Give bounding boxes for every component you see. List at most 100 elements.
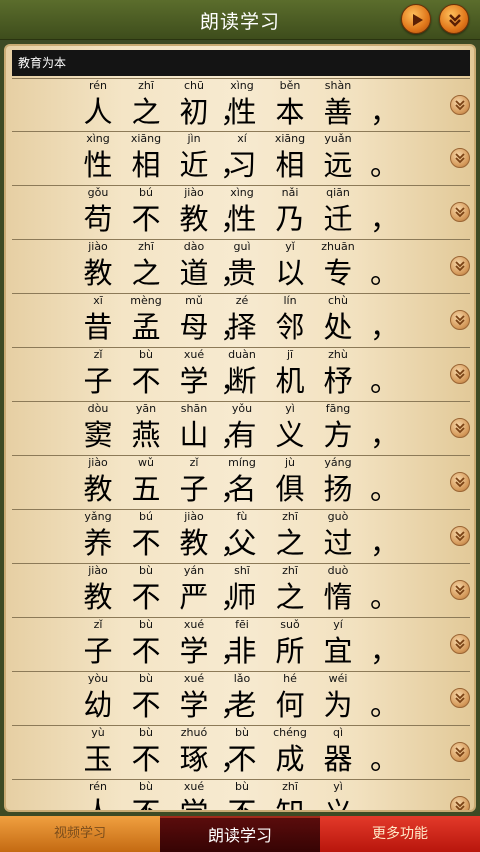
verse-row[interactable]: yù 玉 bù 不 zhuó 琢， bù 不 chéng 成 qì 器。 (12, 726, 470, 780)
row-download-button[interactable] (450, 580, 470, 600)
character-cell: xī 昔 (75, 294, 121, 346)
character-cell: duò 惰 (315, 564, 361, 616)
download-icon (455, 100, 465, 111)
hanzi: 贵 (227, 256, 257, 290)
hanzi: 昔 (83, 310, 113, 344)
row-download-button[interactable] (450, 148, 470, 168)
pinyin: fēi (235, 618, 249, 631)
character-cell: guì 贵 (219, 240, 265, 292)
pinyin: xué (183, 780, 205, 793)
character-cell: zǐ 子 (171, 456, 217, 508)
hanzi: 不 (131, 364, 161, 398)
download-all-button[interactable] (439, 4, 469, 34)
character-cell: zǐ 子 (75, 348, 121, 400)
hanzi: 孟 (131, 310, 161, 344)
pinyin: yì (285, 402, 295, 415)
end-punctuation: ， (370, 202, 400, 236)
verse-row[interactable]: xìng 性 xiāng 相 jìn 近， xí 习 xiāng 相 yuǎn 远。 (12, 132, 470, 186)
row-download-button[interactable] (450, 472, 470, 492)
tab-video-learning[interactable]: 视频学习 (0, 816, 160, 852)
pinyin: fāng (325, 402, 351, 415)
download-icon (455, 801, 465, 810)
verse-row[interactable]: jiào 教 bù 不 yán 严， shī 师 zhī 之 duò 惰。 (12, 564, 470, 618)
pinyin: yǎng (84, 510, 112, 523)
text-panel: 教育为本 rén 人 zhī 之 chū 初， xìng 性 běn 本 shàn 善， xìng 性 xi… (4, 44, 476, 812)
pinyin: bú (139, 186, 153, 199)
hanzi: 之 (275, 580, 305, 614)
hanzi: 父 (227, 526, 257, 560)
verse-row[interactable]: gǒu 苟 bú 不 jiào 教， xìng 性 nǎi 乃 qiān 迁， (12, 186, 470, 240)
hanzi: 为 (323, 688, 353, 722)
character-cell: jù 俱 (267, 456, 313, 508)
hanzi: 远 (323, 148, 353, 182)
character-cell: lín 邻 (267, 294, 313, 346)
character-cell: zǐ 子 (75, 618, 121, 670)
pinyin: hé (283, 672, 297, 685)
character-cell: rén人 (75, 79, 121, 131)
hanzi: 玉 (83, 742, 113, 776)
pinyin: běn (279, 79, 301, 92)
verse-row[interactable]: rén人bù不xué学，bù不zhī知yì义。 (12, 780, 470, 810)
download-icon (455, 153, 465, 164)
hanzi: 初 (179, 95, 209, 129)
verse-row[interactable]: yǎng 养 bú 不 jiào 教， fù 父 zhī 之 guò 过， (12, 510, 470, 564)
pinyin: xiāng (274, 132, 306, 145)
row-download-button[interactable] (450, 310, 470, 330)
pinyin: yù (91, 726, 105, 739)
hanzi: 之 (131, 95, 161, 129)
download-icon (455, 207, 465, 218)
row-download-button[interactable] (450, 634, 470, 654)
hanzi: 器 (323, 742, 353, 776)
character-cell: bú 不 (123, 510, 169, 562)
hanzi: 不 (219, 794, 265, 810)
character-cell: jī 机 (267, 348, 313, 400)
row-download-button[interactable] (450, 688, 470, 708)
row-download-button[interactable] (450, 364, 470, 384)
hanzi: 相 (275, 148, 305, 182)
end-punctuation: 。 (370, 794, 400, 810)
verse-row[interactable]: jiào 教 zhī 之 dào 道， guì 贵 yǐ 以 zhuān 专。 (12, 240, 470, 294)
pinyin: xí (237, 132, 247, 145)
verse-row[interactable]: xī 昔 mèng 孟 mǔ 母， zé 择 lín 邻 chù 处， (12, 294, 470, 348)
hanzi: 惰 (323, 580, 353, 614)
tab-read-learning[interactable]: 朗读学习 (160, 816, 320, 852)
verse-row[interactable]: zǐ 子 bù 不 xué 学， fēi 非 suǒ 所 yí 宜， (12, 618, 470, 672)
character-cell: duàn 断 (219, 348, 265, 400)
play-button[interactable] (401, 4, 431, 34)
verse-row[interactable]: yòu 幼 bù 不 xué 学， lǎo 老 hé 何 wéi 为。 (12, 672, 470, 726)
hanzi: 教 (179, 526, 209, 560)
character-cell: xí 习 (219, 132, 265, 184)
character-cell: xìng 性 (219, 79, 265, 131)
verse-list[interactable]: rén 人 zhī 之 chū 初， xìng 性 běn 本 shàn 善， xìng 性 xiāng 相 j… (12, 78, 470, 810)
verse-row[interactable]: dòu 窦 yān 燕 shān 山， yǒu 有 yì 义 fāng 方， (12, 402, 470, 456)
row-download-button[interactable] (450, 418, 470, 438)
character-cell: bú 不 (123, 186, 169, 238)
row-download-button[interactable] (450, 526, 470, 546)
row-download-button[interactable] (450, 742, 470, 762)
row-download-button[interactable] (450, 796, 470, 810)
hanzi: 相 (131, 148, 161, 182)
character-cell: chù 处 (315, 294, 361, 346)
tab-more-features[interactable]: 更多功能 (320, 816, 480, 852)
row-download-button[interactable] (450, 202, 470, 222)
character-cell: bù 不 (123, 672, 169, 724)
character-cell: xué 学 (171, 672, 217, 724)
hanzi: 之 (275, 526, 305, 560)
character-cell: bù 不 (123, 618, 169, 670)
hanzi: 苟 (83, 202, 113, 236)
hanzi: 习 (227, 148, 257, 182)
hanzi: 教 (179, 202, 209, 236)
pinyin: mèng (130, 294, 162, 307)
verse-row[interactable]: jiào 教 wǔ 五 zǐ 子， míng 名 jù 俱 yáng 扬。 (12, 456, 470, 510)
hanzi: 养 (83, 526, 113, 560)
character-cell: fēi 非 (219, 618, 265, 670)
character-cell: rén人 (75, 780, 121, 810)
row-download-button[interactable] (450, 95, 470, 115)
row-download-button[interactable] (450, 256, 470, 276)
verse-row[interactable]: rén 人 zhī 之 chū 初， xìng 性 běn 本 shàn 善， (12, 78, 470, 132)
pinyin: jiào (88, 240, 108, 253)
hanzi: 学 (179, 364, 209, 398)
verse-row[interactable]: zǐ 子 bù 不 xué 学， duàn 断 jī 机 zhù 杼。 (12, 348, 470, 402)
hanzi: 善 (323, 95, 353, 129)
character-cell: zhī 之 (123, 240, 169, 292)
